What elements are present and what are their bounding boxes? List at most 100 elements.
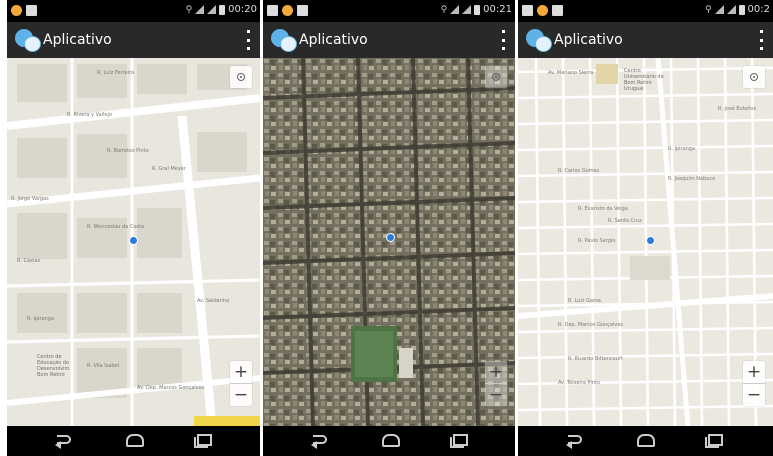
zoom-in-button[interactable]: + <box>230 361 252 383</box>
battery-icon <box>738 4 745 15</box>
overflow-menu-icon[interactable] <box>246 30 250 50</box>
poi-line: Uruguai <box>624 86 644 92</box>
phone-screen-1: ⚲ 00:20 Aplicativo R. Luiz Ferreira R. R… <box>7 0 260 456</box>
back-icon[interactable] <box>55 432 77 449</box>
street-label: R. Dep. Marcos Gonçalves <box>558 322 624 328</box>
signal-icon <box>450 5 460 14</box>
system-icons: ⚲ 00:2 <box>705 4 770 15</box>
zoom-controls: + − <box>743 361 765 406</box>
screenshot-collage: ⚲ 00:20 Aplicativo R. Luiz Ferreira R. R… <box>0 0 773 456</box>
home-icon[interactable] <box>124 432 146 448</box>
battery-icon <box>474 4 481 15</box>
back-icon[interactable] <box>311 432 333 449</box>
overflow-menu-icon[interactable] <box>759 30 763 50</box>
chat-bubbles-icon[interactable] <box>526 29 552 52</box>
zoom-out-button[interactable]: − <box>485 384 507 406</box>
map-view[interactable]: Av. Mariano Sierra R. José Bolaños R. Ip… <box>518 58 773 426</box>
current-location-marker <box>646 236 655 245</box>
street-label: Av. Saldanha <box>197 298 230 304</box>
street-label: R. Gral Meyer <box>152 166 186 172</box>
notification-icons <box>522 5 563 16</box>
status-bar: ⚲ 00:20 <box>7 0 260 22</box>
street-label: R. Jorge Vargas <box>11 196 49 202</box>
phone-screen-3: ⚲ 00:2 Aplicativo Av. Mariano Sierra R. … <box>518 0 773 456</box>
street-label: R. Joaquim Nabuco <box>668 176 716 182</box>
phone-screen-2: ⚲ 00:21 Aplicativo + − <box>263 0 515 456</box>
app-title: Aplicativo <box>299 32 368 48</box>
navigation-bar <box>518 426 773 456</box>
back-icon[interactable] <box>566 432 588 449</box>
street-label: Av. Teixeira Pinto <box>558 380 601 386</box>
signal-icon <box>462 5 472 14</box>
poi-label: Centro de Educação do Desenvolvim. Bom R… <box>37 354 71 378</box>
street-label: R. José Bolaños <box>718 106 757 112</box>
zoom-out-button[interactable]: − <box>743 384 765 406</box>
system-icons: ⚲ 00:21 <box>441 4 512 15</box>
street-label: R. Ipiranga <box>27 316 55 322</box>
app-title: Aplicativo <box>554 32 623 48</box>
street-label: R. Paulo Sergio <box>578 238 616 244</box>
street-label: R. Luiz Ferreira <box>97 70 135 76</box>
zoom-out-button[interactable]: − <box>230 384 252 406</box>
map-scale-bar <box>194 416 260 426</box>
recent-apps-icon[interactable] <box>704 432 726 448</box>
navigation-bar <box>263 426 515 456</box>
location-status-icon: ⚲ <box>185 4 193 15</box>
street-label: R. Evaristo da Veiga <box>578 206 628 212</box>
notification-icon <box>267 5 278 16</box>
location-status-icon: ⚲ <box>704 4 712 15</box>
my-location-icon[interactable] <box>230 66 252 88</box>
navigation-bar <box>7 426 260 456</box>
street-label: R. Ricardo Bittencourt <box>568 356 623 362</box>
street-label: R. Santa Cruz <box>608 218 642 224</box>
action-bar: Aplicativo <box>7 22 260 58</box>
signal-icon <box>714 5 724 14</box>
notification-icon <box>552 5 563 16</box>
my-location-icon[interactable] <box>743 66 765 88</box>
street-label: R. Rivera y Vallejo <box>67 112 113 118</box>
location-status-icon: ⚲ <box>440 4 448 15</box>
current-location-marker <box>129 236 138 245</box>
notification-icon <box>11 5 22 16</box>
action-bar: Aplicativo <box>518 22 773 58</box>
zoom-in-button[interactable]: + <box>485 361 507 383</box>
zoom-controls: + − <box>230 361 252 406</box>
street-label: R. Vila Isabel <box>87 363 119 369</box>
map-view[interactable]: + − <box>263 58 515 426</box>
signal-icon <box>195 5 205 14</box>
status-time: 00:20 <box>228 4 257 15</box>
street-label: R. Caxias <box>17 258 41 264</box>
status-time: 00:21 <box>483 4 512 15</box>
action-bar: Aplicativo <box>263 22 515 58</box>
chat-bubbles-icon[interactable] <box>15 29 41 52</box>
notification-icons <box>11 5 37 16</box>
system-icons: ⚲ 00:20 <box>186 4 257 15</box>
recent-apps-icon[interactable] <box>449 432 471 448</box>
notification-icon <box>297 5 308 16</box>
notification-icon <box>522 5 533 16</box>
chat-bubbles-icon[interactable] <box>271 29 297 52</box>
satellite-imagery <box>263 58 515 426</box>
signal-icon <box>726 5 736 14</box>
my-location-icon[interactable] <box>485 66 507 88</box>
notification-icon <box>282 5 293 16</box>
street-label: Av. Dep. Marcos Gonçalves <box>137 385 205 391</box>
app-title: Aplicativo <box>43 32 112 48</box>
notification-icons <box>267 5 308 16</box>
zoom-controls: + − <box>485 361 507 406</box>
overflow-menu-icon[interactable] <box>501 30 505 50</box>
notification-icon <box>26 5 37 16</box>
status-time: 00:2 <box>747 4 770 15</box>
map-view[interactable]: R. Luiz Ferreira R. Rivera y Vallejo R. … <box>7 58 260 426</box>
signal-icon <box>207 5 217 14</box>
recent-apps-icon[interactable] <box>193 432 215 448</box>
battery-icon <box>219 4 226 15</box>
notification-icon <box>537 5 548 16</box>
zoom-in-button[interactable]: + <box>743 361 765 383</box>
home-icon[interactable] <box>635 432 657 448</box>
poi-label: Centro Universitário de Bom Retiro Urugu… <box>624 68 664 92</box>
street-label: R. Carlos Gomes <box>558 168 600 174</box>
poi-line: Bom Retiro <box>37 372 65 378</box>
street-label: Av. Mariano Sierra <box>548 70 594 76</box>
home-icon[interactable] <box>380 432 402 448</box>
